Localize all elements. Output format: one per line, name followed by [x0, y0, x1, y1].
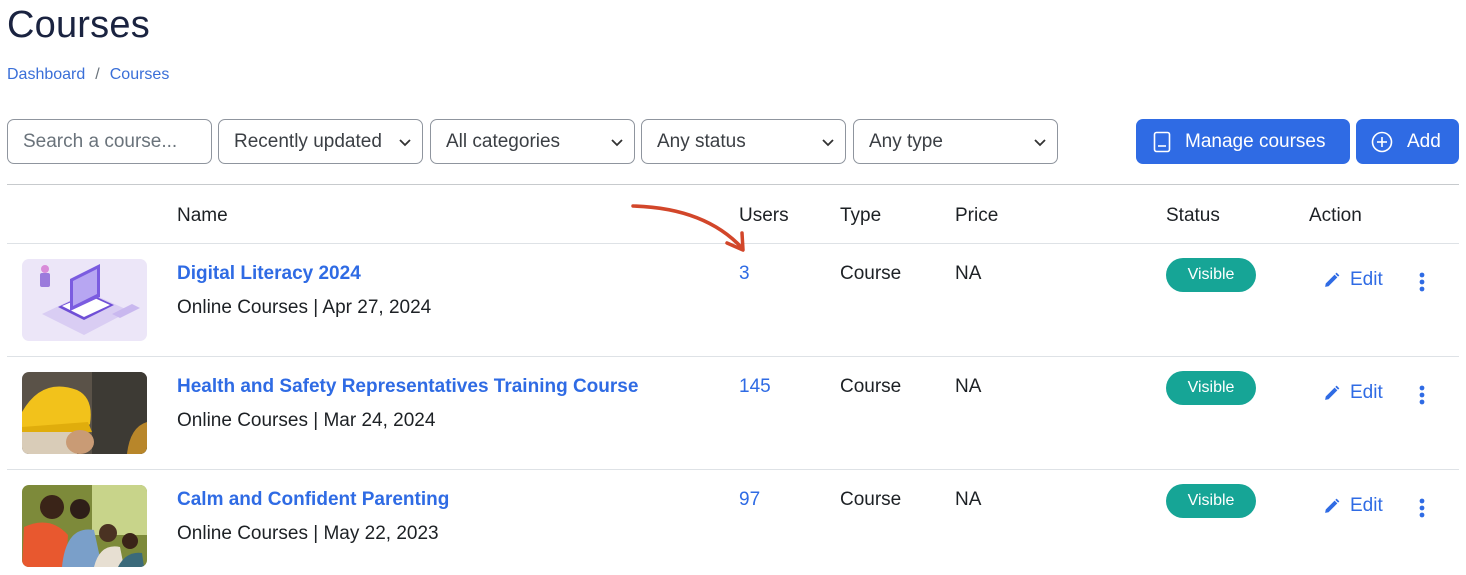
- course-type: Course: [840, 263, 902, 284]
- course-title-link[interactable]: Digital Literacy 2024: [177, 263, 361, 285]
- breadcrumb-courses[interactable]: Courses: [110, 66, 170, 84]
- course-title-link[interactable]: Calm and Confident Parenting: [177, 489, 449, 511]
- type-select-value: Any type: [869, 130, 943, 152]
- table-header: Name Users Type Price Status Action: [7, 185, 1459, 244]
- sort-select-value: Recently updated: [234, 130, 382, 152]
- family-parenting-image: [22, 485, 147, 567]
- edit-course-button[interactable]: Edit: [1323, 495, 1383, 517]
- manage-courses-button[interactable]: Manage courses: [1136, 119, 1350, 164]
- course-title-link[interactable]: Health and Safety Representatives Traini…: [177, 376, 638, 398]
- users-count-link[interactable]: 97: [739, 489, 760, 511]
- course-meta: Online Courses | May 22, 2023: [177, 523, 439, 544]
- laptop-illustration-image: [22, 259, 147, 341]
- course-type: Course: [840, 376, 902, 397]
- add-course-button[interactable]: Add: [1356, 119, 1459, 164]
- users-count-link[interactable]: 145: [739, 376, 771, 398]
- breadcrumb: Dashboard / Courses: [7, 66, 169, 84]
- course-thumbnail[interactable]: [22, 485, 147, 567]
- users-count-link[interactable]: 3: [739, 263, 750, 285]
- pencil-icon: [1325, 385, 1340, 400]
- column-users[interactable]: Users: [739, 205, 789, 227]
- kebab-icon[interactable]: [1412, 269, 1432, 295]
- edit-label: Edit: [1350, 495, 1383, 516]
- edit-label: Edit: [1350, 269, 1383, 290]
- course-category: Online Courses: [177, 523, 308, 544]
- courses-table: Name Users Type Price Status Action Digi…: [7, 184, 1459, 575]
- kebab-icon[interactable]: [1412, 495, 1432, 521]
- type-select[interactable]: Any type: [853, 119, 1058, 164]
- edit-course-button[interactable]: Edit: [1323, 269, 1383, 291]
- course-meta: Online Courses | Apr 27, 2024: [177, 297, 432, 318]
- kebab-icon[interactable]: [1412, 382, 1432, 408]
- status-badge[interactable]: Visible: [1166, 258, 1256, 292]
- breadcrumb-dashboard[interactable]: Dashboard: [7, 66, 85, 84]
- chevron-down-icon: [399, 139, 411, 147]
- course-price: NA: [955, 376, 982, 397]
- edit-label: Edit: [1350, 382, 1383, 403]
- table-row: Calm and Confident Parenting Online Cour…: [7, 470, 1459, 575]
- safety-worker-image: [22, 372, 147, 454]
- course-meta: Online Courses | Mar 24, 2024: [177, 410, 436, 431]
- column-name[interactable]: Name: [177, 205, 228, 227]
- status-select[interactable]: Any status: [641, 119, 846, 164]
- course-type: Course: [840, 489, 902, 510]
- edit-course-button[interactable]: Edit: [1323, 382, 1383, 404]
- course-date: May 22, 2023: [323, 523, 439, 544]
- course-price: NA: [955, 489, 982, 510]
- pencil-icon: [1325, 272, 1340, 287]
- table-row: Health and Safety Representatives Traini…: [7, 357, 1459, 470]
- column-status[interactable]: Status: [1166, 205, 1220, 227]
- manage-courses-label: Manage courses: [1185, 130, 1326, 152]
- course-thumbnail[interactable]: [22, 372, 147, 454]
- pencil-icon: [1325, 498, 1340, 513]
- category-select-value: All categories: [446, 130, 561, 152]
- status-badge[interactable]: Visible: [1166, 371, 1256, 405]
- plus-circle-icon: [1371, 131, 1393, 152]
- course-search-input[interactable]: [7, 119, 212, 164]
- category-select[interactable]: All categories: [430, 119, 635, 164]
- status-select-value: Any status: [657, 130, 746, 152]
- book-icon: [1153, 131, 1171, 152]
- breadcrumb-separator: /: [95, 66, 100, 83]
- course-date: Apr 27, 2024: [322, 297, 432, 318]
- column-type[interactable]: Type: [840, 205, 881, 227]
- column-price[interactable]: Price: [955, 205, 998, 227]
- page-title: Courses: [7, 4, 150, 46]
- add-course-label: Add: [1407, 130, 1441, 152]
- course-thumbnail[interactable]: [22, 259, 147, 341]
- table-row: Digital Literacy 2024 Online Courses | A…: [7, 244, 1459, 357]
- course-date: Mar 24, 2024: [323, 410, 436, 431]
- course-price: NA: [955, 263, 982, 284]
- column-action: Action: [1309, 205, 1362, 226]
- status-badge[interactable]: Visible: [1166, 484, 1256, 518]
- chevron-down-icon: [1034, 139, 1046, 147]
- chevron-down-icon: [611, 139, 623, 147]
- course-category: Online Courses: [177, 297, 308, 318]
- course-category: Online Courses: [177, 410, 308, 431]
- course-toolbar: Recently updated All categories Any stat…: [7, 119, 1459, 164]
- chevron-down-icon: [822, 139, 834, 147]
- sort-select[interactable]: Recently updated: [218, 119, 423, 164]
